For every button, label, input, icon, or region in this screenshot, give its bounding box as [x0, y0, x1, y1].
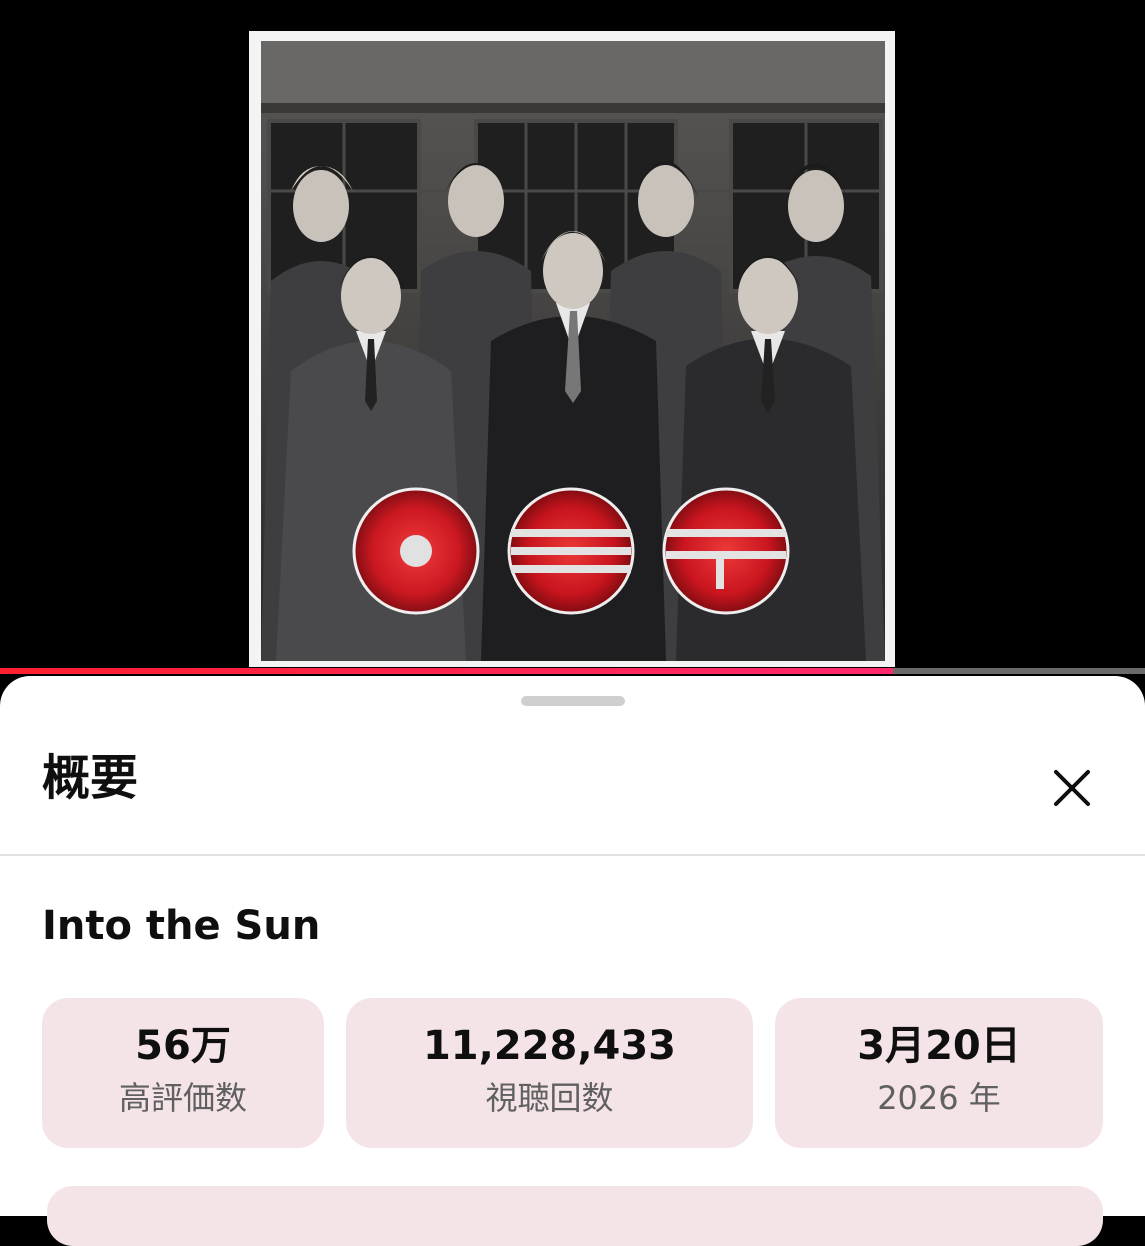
stat-views: 11,228,433 視聴回数 — [346, 998, 753, 1148]
drag-handle[interactable] — [521, 696, 625, 706]
publish-date: 3月20日 — [857, 1023, 1021, 1069]
playback-progress-fill — [0, 668, 894, 674]
description-card[interactable] — [47, 1186, 1103, 1246]
album-logo — [352, 487, 790, 615]
publish-year: 2026 年 — [877, 1079, 1001, 1117]
stat-likes: 56万 高評価数 — [42, 998, 324, 1148]
sheet-title: 概要 — [42, 750, 139, 806]
video-title: Into the Sun — [42, 903, 321, 949]
views-label: 視聴回数 — [485, 1079, 614, 1117]
video-thumbnail — [249, 31, 895, 667]
close-button[interactable] — [1040, 756, 1104, 820]
video-player[interactable] — [0, 0, 1145, 674]
divider — [0, 854, 1145, 856]
views-count: 11,228,433 — [422, 1023, 677, 1069]
description-sheet: 概要 Into the Sun 56万 高評価数 11,228,433 視聴回数… — [0, 676, 1145, 1246]
close-icon — [1054, 770, 1090, 806]
playback-progress-bar[interactable] — [0, 668, 1145, 674]
stat-date: 3月20日 2026 年 — [775, 998, 1103, 1148]
likes-count: 56万 — [135, 1023, 231, 1069]
likes-label: 高評価数 — [118, 1079, 247, 1117]
group-photo — [261, 41, 885, 661]
